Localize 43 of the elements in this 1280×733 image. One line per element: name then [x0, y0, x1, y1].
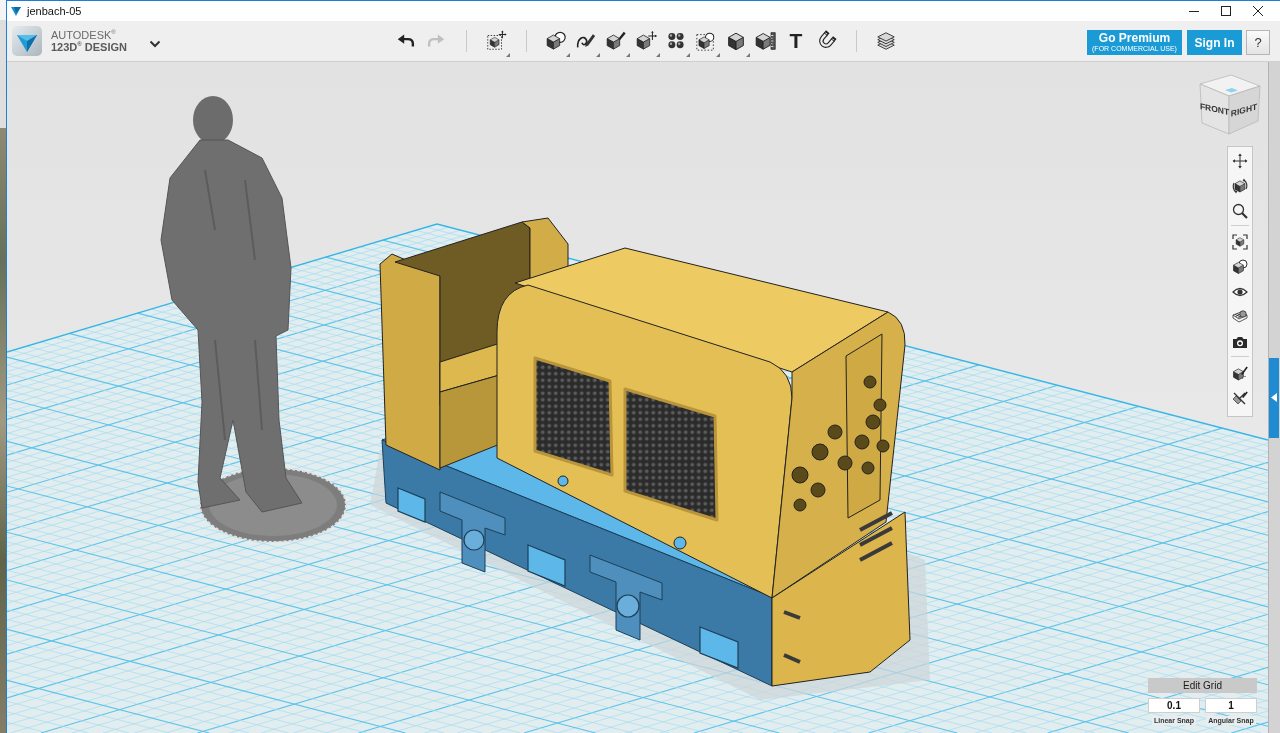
dropdown-corner-icon	[566, 53, 570, 57]
cube-sphere-icon	[545, 30, 567, 52]
side-panel-tab[interactable]	[1269, 357, 1279, 438]
cube-icon	[725, 30, 747, 52]
angular-snap-field[interactable]: 1	[1205, 698, 1257, 713]
brand-name: AUTODESK$^{®}$	[51, 29, 117, 41]
front-face-label: FRONT	[1199, 101, 1230, 118]
dropdown-corner-icon	[596, 53, 600, 57]
help-button[interactable]: ?	[1246, 30, 1270, 55]
dropdown-corner-icon	[746, 53, 750, 57]
app-logo-icon	[12, 26, 42, 56]
edit-grid-button[interactable]: Edit Grid	[1148, 678, 1257, 693]
app-logo-icon	[11, 6, 21, 16]
orbit-icon[interactable]	[1232, 177, 1248, 194]
window-title: jenbach-05	[27, 5, 82, 17]
close-icon	[1253, 6, 1263, 16]
right-face-label: RIGHT	[1230, 101, 1258, 119]
dashed-cube-icon	[695, 30, 717, 52]
cube-circle-icon[interactable]	[1232, 258, 1248, 275]
dropdown-corner-icon	[716, 53, 720, 57]
brush-cross-icon[interactable]	[1232, 389, 1248, 406]
grid-sphere-icon[interactable]	[1232, 308, 1248, 325]
text-button[interactable]: T	[781, 24, 811, 58]
cube-frame-icon	[485, 30, 507, 52]
corner-marker-icon	[1225, 88, 1238, 93]
cube-brush-icon[interactable]	[1232, 364, 1248, 381]
dropdown-corner-icon	[506, 53, 510, 57]
zoom-icon[interactable]	[1232, 202, 1248, 219]
maximize-icon	[1221, 6, 1231, 16]
product-name: 123D$^{®}$ DESIGN	[51, 41, 127, 53]
dropdown-corner-icon	[626, 53, 630, 57]
cube-brush-icon	[605, 30, 627, 52]
cube-ruler-icon	[755, 30, 777, 52]
linear-snap-field[interactable]: 0.1	[1148, 698, 1200, 713]
layers-icon	[875, 30, 897, 52]
cube-arrows-icon	[635, 30, 657, 52]
dropdown-corner-icon	[656, 53, 660, 57]
fit-view-icon[interactable]	[1232, 233, 1248, 250]
triangle-left-icon	[1271, 393, 1277, 402]
pan-icon[interactable]	[1232, 152, 1248, 169]
chevron-down-icon[interactable]	[149, 40, 161, 48]
dropdown-corner-icon	[686, 53, 690, 57]
view-cube[interactable]: FRONT RIGHT	[1197, 72, 1263, 136]
